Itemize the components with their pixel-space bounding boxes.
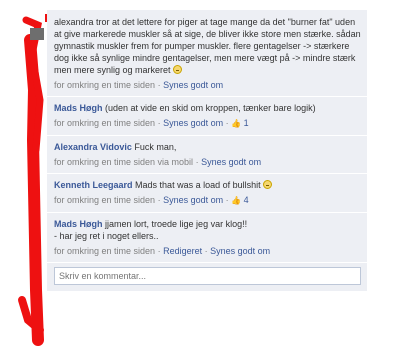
comment: Mads Høgh (uden at vide en skid om kropp… bbox=[47, 97, 367, 136]
separator: · bbox=[157, 118, 161, 128]
comment-text-line2: - har jeg ret i noget ellers.. bbox=[54, 231, 159, 241]
thumbs-up-icon[interactable]: 👍 bbox=[231, 195, 241, 207]
thumbs-up-icon[interactable]: 👍 bbox=[231, 118, 241, 130]
separator: · bbox=[157, 80, 161, 90]
comment-text: Mads that was a load of bullshit bbox=[135, 180, 261, 190]
like-count[interactable]: 4 bbox=[244, 195, 249, 205]
comment-body: alexandra tror at det lettere for piger … bbox=[54, 16, 363, 76]
like-link[interactable]: Synes godt om bbox=[163, 118, 223, 128]
like-link[interactable]: Synes godt om bbox=[210, 246, 270, 256]
timestamp: for omkring en time siden bbox=[54, 195, 156, 205]
comment-meta: for omkring en time siden · Redigeret · … bbox=[54, 245, 363, 257]
comment-text: (uden at vide en skid om kroppen, tænker… bbox=[105, 103, 316, 113]
like-link[interactable]: Synes godt om bbox=[201, 157, 261, 167]
comment-body: Mads Høgh (uden at vide en skid om kropp… bbox=[54, 102, 363, 114]
comment-composer bbox=[47, 263, 367, 291]
comment: alexandra tror at det lettere for piger … bbox=[47, 10, 367, 97]
smiley-icon bbox=[263, 180, 273, 189]
separator: · bbox=[225, 195, 229, 205]
timestamp: for omkring en time siden via mobil bbox=[54, 157, 194, 167]
comment-text: alexandra tror at det lettere for piger … bbox=[54, 17, 361, 75]
comment-meta: for omkring en time siden · Synes godt o… bbox=[54, 194, 363, 207]
comment-text: Fuck man, bbox=[134, 142, 177, 152]
comment-thread: alexandra tror at det lettere for piger … bbox=[47, 10, 367, 291]
timestamp: for omkring en time siden bbox=[54, 246, 156, 256]
timestamp: for omkring en time siden bbox=[54, 80, 156, 90]
comment-author[interactable]: Mads Høgh bbox=[54, 219, 103, 229]
comment-meta: for omkring en time siden · Synes godt o… bbox=[54, 79, 363, 91]
separator: · bbox=[204, 246, 208, 256]
comment-author[interactable]: Kenneth Leegaard bbox=[54, 180, 133, 190]
comment-body: Alexandra Vidovic Fuck man, bbox=[54, 141, 363, 153]
comment: Alexandra Vidovic Fuck man, for omkring … bbox=[47, 136, 367, 174]
comment-meta: for omkring en time siden via mobil · Sy… bbox=[54, 156, 363, 168]
like-count[interactable]: 1 bbox=[244, 118, 249, 128]
comment-input[interactable] bbox=[54, 267, 361, 285]
comment: Mads Høgh jjamen lort, troede lige jeg v… bbox=[47, 213, 367, 263]
edit-link[interactable]: Redigeret bbox=[163, 246, 202, 256]
separator: · bbox=[157, 195, 161, 205]
comment-body: Mads Høgh jjamen lort, troede lige jeg v… bbox=[54, 218, 363, 242]
comment-author[interactable]: Mads Høgh bbox=[54, 103, 103, 113]
timestamp: for omkring en time siden bbox=[54, 118, 156, 128]
comment: Kenneth Leegaard Mads that was a load of… bbox=[47, 174, 367, 213]
comment-text: jjamen lort, troede lige jeg var klog!! bbox=[105, 219, 248, 229]
separator: · bbox=[157, 246, 161, 256]
smiley-icon bbox=[173, 65, 183, 74]
separator: · bbox=[195, 157, 199, 167]
separator: · bbox=[225, 118, 229, 128]
comment-author[interactable]: Alexandra Vidovic bbox=[54, 142, 132, 152]
comment-body: Kenneth Leegaard Mads that was a load of… bbox=[54, 179, 363, 191]
like-link[interactable]: Synes godt om bbox=[163, 195, 223, 205]
like-link[interactable]: Synes godt om bbox=[163, 80, 223, 90]
avatar[interactable] bbox=[30, 28, 44, 40]
comment-meta: for omkring en time siden · Synes godt o… bbox=[54, 117, 363, 130]
